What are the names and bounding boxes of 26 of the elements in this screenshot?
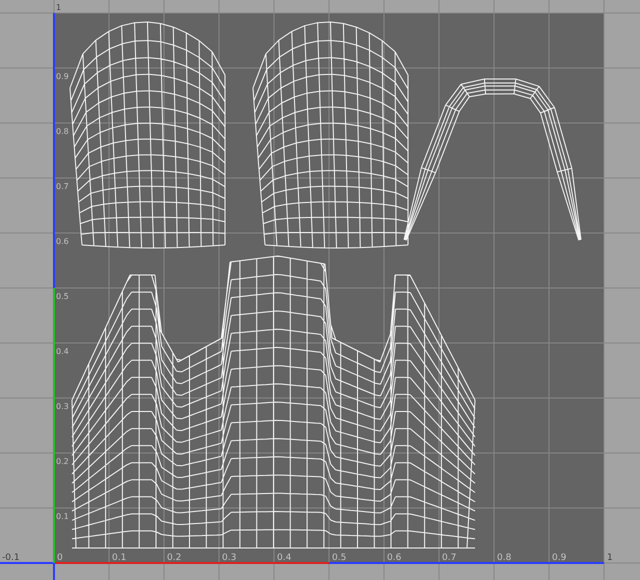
uv-shell-drawing[interactable]: [70, 22, 226, 248]
v-tick-label: 0.3: [56, 402, 69, 411]
v-tick-label: 1: [56, 3, 62, 12]
u-tick-label: 0.2: [167, 553, 182, 563]
uv-shell-drawing[interactable]: [72, 256, 476, 548]
u-tick-label: 0.8: [497, 553, 512, 563]
u-tick-label: 1: [607, 553, 613, 563]
uv-shell-drawing[interactable]: [252, 22, 408, 248]
u-tick-label: -0.1: [2, 553, 20, 563]
v-tick-label: 0.1: [56, 512, 69, 521]
uv-shell-drawing[interactable]: [404, 78, 582, 241]
v-tick-label: 0.6: [56, 237, 69, 246]
u-tick-label: 0.6: [387, 553, 402, 563]
u-tick-label: 0.4: [277, 553, 292, 563]
u-tick-label: 0.7: [442, 553, 456, 563]
v-tick-label: 0.9: [56, 72, 69, 81]
v-tick-label: 0.2: [56, 457, 69, 466]
v-tick-label: 0.7: [56, 182, 69, 191]
u-tick-label: 0.5: [332, 553, 346, 563]
v-tick-label: 0.8: [56, 127, 69, 136]
u-tick-label: 0.1: [112, 553, 126, 563]
v-tick-label: 0.4: [56, 347, 69, 356]
v-tick-label: 0.5: [56, 292, 69, 301]
u-tick-label: 0.3: [222, 553, 236, 563]
u-tick-label: 0.9: [552, 553, 566, 563]
u-tick-label: 0: [57, 553, 63, 563]
